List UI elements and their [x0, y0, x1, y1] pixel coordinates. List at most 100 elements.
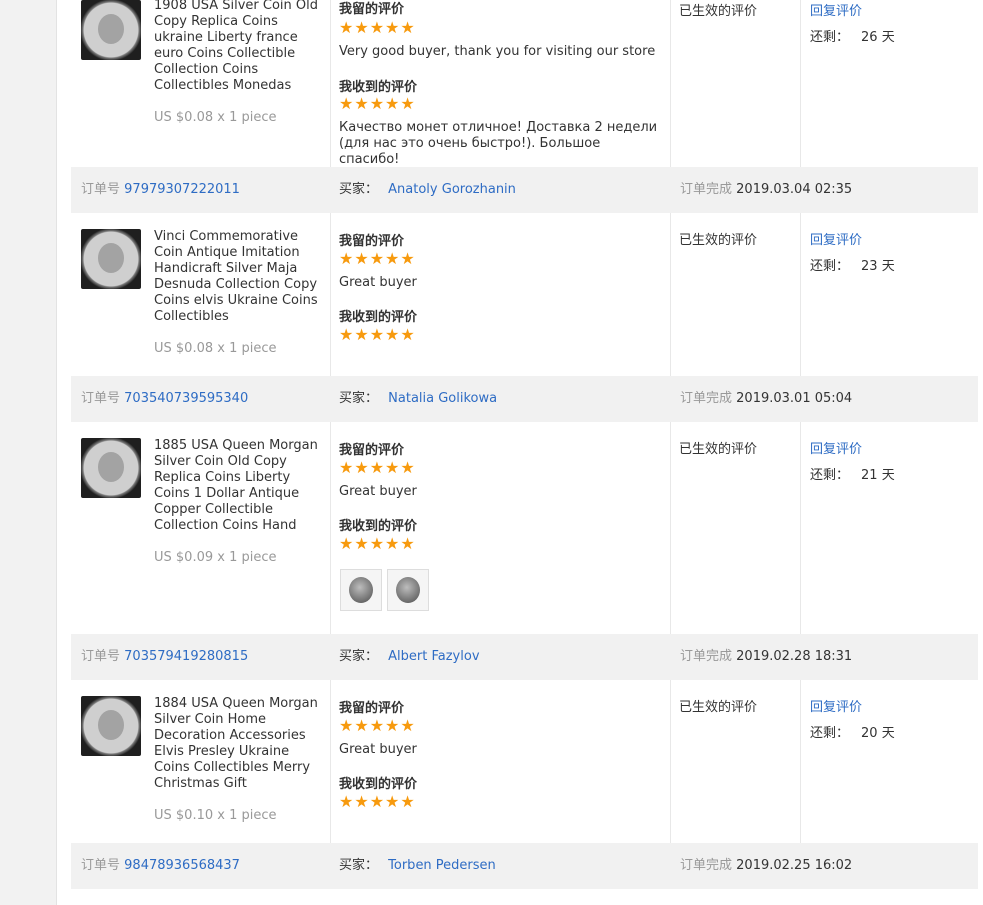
days-remaining: 还剩： 21 天: [810, 468, 895, 483]
buyer-info: 买家： Anatoly Gorozhanin: [339, 182, 516, 197]
feedback-cell: 我留的评价 ★★★★★ Great buyer 我收到的评价 ★★★★★: [330, 422, 671, 634]
order-row: 订单号 703540739595340 买家： Natalia Golikowa…: [71, 376, 978, 422]
action-cell: 回复评价 还剩： 26 天: [800, 0, 978, 167]
status-cell: 已生效的评价: [670, 0, 801, 167]
product-cell: 1908 USA Silver Coin Old Copy Replica Co…: [71, 0, 331, 167]
days-remaining: 还剩： 20 天: [810, 726, 895, 741]
star-icon: ★★★★★: [339, 534, 416, 553]
buyer-info: 买家： Natalia Golikowa: [339, 391, 498, 406]
star-icon: ★★★★★: [339, 716, 416, 735]
order-row: 订单号 703579419280815 买家： Albert Fazylov 订…: [71, 634, 978, 680]
order-row: 订单号 97979307222011 买家： Anatoly Gorozhani…: [71, 167, 978, 213]
order-completed: 订单完成 2019.02.25 16:02: [680, 858, 853, 873]
coin-thumbnail[interactable]: [81, 0, 141, 60]
status-cell: 已生效的评价: [670, 422, 801, 634]
feedback-photo[interactable]: [387, 569, 429, 611]
star-icon: ★★★★★: [339, 458, 416, 477]
order-completed: 订单完成 2019.02.28 18:31: [680, 649, 853, 664]
my-feedback-text: Great buyer: [339, 275, 417, 290]
product-title[interactable]: 1885 USA Queen Morgan Silver Coin Old Co…: [154, 438, 324, 534]
feedback-row: 1884 USA Queen Morgan Silver Coin Home D…: [71, 680, 978, 843]
reply-feedback-link[interactable]: 回复评价: [810, 0, 862, 19]
action-cell: 回复评价 还剩： 20 天: [800, 680, 978, 843]
product-price: US $0.10 x 1 piece: [154, 808, 277, 823]
received-feedback-heading: 我收到的评价: [339, 310, 418, 325]
order-number: 订单号 703540739595340: [81, 391, 249, 406]
order-completed: 订单完成 2019.03.01 05:04: [680, 391, 853, 406]
star-icon: ★★★★★: [339, 94, 416, 113]
order-row: 订单号 98478936568437 买家： Torben Pedersen 订…: [71, 843, 978, 889]
buyer-link[interactable]: Albert Fazylov: [388, 649, 479, 664]
order-number-link[interactable]: 703540739595340: [124, 391, 248, 406]
order-number-link[interactable]: 703579419280815: [124, 649, 248, 664]
received-rating-stars: ★★★★★: [339, 96, 416, 112]
buyer-link[interactable]: Natalia Golikowa: [388, 391, 497, 406]
feedback-row: 1908 USA Silver Coin Old Copy Replica Co…: [71, 0, 978, 167]
product-title[interactable]: 1908 USA Silver Coin Old Copy Replica Co…: [154, 0, 324, 94]
buyer-link[interactable]: Anatoly Gorozhanin: [388, 182, 516, 197]
feedback-cell: 我留的评价 ★★★★★ Great buyer 我收到的评价 ★★★★★: [330, 213, 671, 376]
star-icon: ★★★★★: [339, 792, 416, 811]
status-text: 已生效的评价: [679, 4, 758, 19]
received-feedback-heading: 我收到的评价: [339, 777, 418, 792]
my-rating-stars: ★★★★★: [339, 20, 416, 36]
feedback-row: 1885 USA Queen Morgan Silver Coin Old Co…: [71, 422, 978, 634]
order-number: 订单号 98478936568437: [81, 858, 240, 873]
product-title[interactable]: 1884 USA Queen Morgan Silver Coin Home D…: [154, 696, 324, 792]
my-feedback-text: Great buyer: [339, 484, 417, 499]
buyer-info: 买家： Albert Fazylov: [339, 649, 480, 664]
feedback-photo[interactable]: [340, 569, 382, 611]
my-feedback-heading: 我留的评价: [339, 2, 405, 17]
reply-feedback-link[interactable]: 回复评价: [810, 229, 862, 248]
received-rating-stars: ★★★★★: [339, 794, 416, 810]
received-feedback-heading: 我收到的评价: [339, 519, 418, 534]
star-icon: ★★★★★: [339, 249, 416, 268]
my-feedback-heading: 我留的评价: [339, 443, 405, 458]
my-rating-stars: ★★★★★: [339, 460, 416, 476]
status-text: 已生效的评价: [679, 233, 758, 248]
my-rating-stars: ★★★★★: [339, 251, 416, 267]
reply-feedback-link[interactable]: 回复评价: [810, 696, 862, 715]
product-price: US $0.09 x 1 piece: [154, 550, 277, 565]
buyer-link[interactable]: Torben Pedersen: [388, 858, 496, 873]
status-cell: 已生效的评价: [670, 213, 801, 376]
my-feedback-heading: 我留的评价: [339, 701, 405, 716]
status-text: 已生效的评价: [679, 442, 758, 457]
coin-thumbnail[interactable]: [81, 696, 141, 756]
feedback-cell: 我留的评价 ★★★★★ Very good buyer, thank you f…: [330, 0, 671, 167]
days-remaining: 还剩： 23 天: [810, 259, 895, 274]
product-price: US $0.08 x 1 piece: [154, 110, 277, 125]
buyer-info: 买家： Torben Pedersen: [339, 858, 496, 873]
product-cell: 1884 USA Queen Morgan Silver Coin Home D…: [71, 680, 331, 843]
my-feedback-heading: 我留的评价: [339, 234, 405, 249]
received-rating-stars: ★★★★★: [339, 327, 416, 343]
product-cell: Vinci Commemorative Coin Antique Imitati…: [71, 213, 331, 376]
star-icon: ★★★★★: [339, 18, 416, 37]
status-text: 已生效的评价: [679, 700, 758, 715]
order-number: 订单号 97979307222011: [81, 182, 240, 197]
received-feedback-text: Качество монет отличное! Доставка 2 неде…: [339, 120, 658, 167]
star-icon: ★★★★★: [339, 325, 416, 344]
coin-thumbnail[interactable]: [81, 438, 141, 498]
received-feedback-heading: 我收到的评价: [339, 80, 418, 95]
my-feedback-text: Great buyer: [339, 742, 417, 757]
order-number: 订单号 703579419280815: [81, 649, 249, 664]
reply-feedback-link[interactable]: 回复评价: [810, 438, 862, 457]
action-cell: 回复评价 还剩： 23 天: [800, 213, 978, 376]
my-rating-stars: ★★★★★: [339, 718, 416, 734]
product-cell: 1885 USA Queen Morgan Silver Coin Old Co…: [71, 422, 331, 634]
days-remaining: 还剩： 26 天: [810, 30, 895, 45]
coin-thumbnail[interactable]: [81, 229, 141, 289]
product-price: US $0.08 x 1 piece: [154, 341, 277, 356]
order-completed: 订单完成 2019.03.04 02:35: [680, 182, 853, 197]
product-title[interactable]: Vinci Commemorative Coin Antique Imitati…: [154, 229, 324, 325]
left-gutter: [0, 0, 57, 905]
action-cell: 回复评价 还剩： 21 天: [800, 422, 978, 634]
status-cell: 已生效的评价: [670, 680, 801, 843]
feedback-cell: 我留的评价 ★★★★★ Great buyer 我收到的评价 ★★★★★: [330, 680, 671, 843]
received-rating-stars: ★★★★★: [339, 536, 416, 552]
feedback-row: Vinci Commemorative Coin Antique Imitati…: [71, 213, 978, 376]
my-feedback-text: Very good buyer, thank you for visiting …: [339, 44, 656, 59]
order-number-link[interactable]: 97979307222011: [124, 182, 240, 197]
order-number-link[interactable]: 98478936568437: [124, 858, 240, 873]
